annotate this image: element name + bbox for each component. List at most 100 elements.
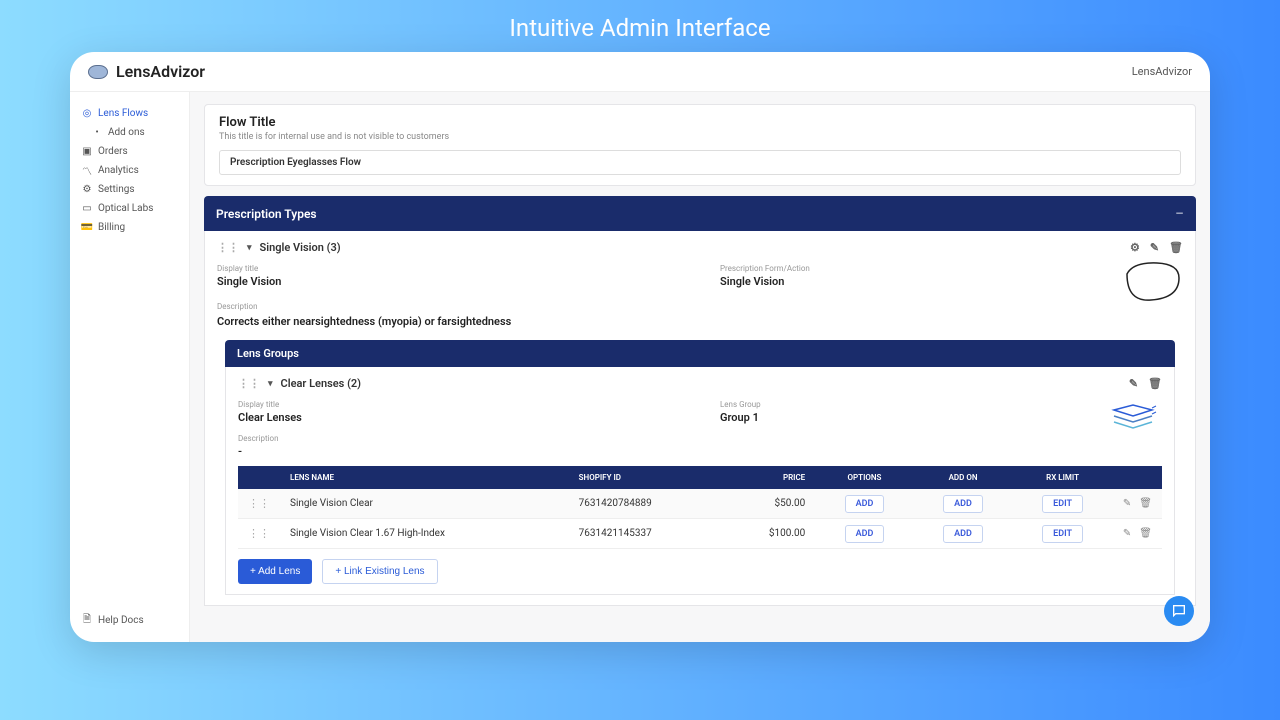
prescription-item-title: Single Vision (3): [260, 241, 341, 254]
nav-label: Analytics: [98, 165, 139, 176]
cell-price: $100.00: [722, 519, 815, 549]
cell-shopify-id: 7631420784889: [569, 489, 723, 519]
gear-icon[interactable]: ⚙: [1130, 241, 1140, 254]
sidebar-item-help-docs[interactable]: 🗎 Help Docs: [70, 611, 189, 630]
cell-lens-name: Single Vision Clear 1.67 High-Index: [280, 519, 569, 549]
lg-desc-value: -: [238, 445, 680, 458]
display-title-value: Single Vision: [217, 275, 680, 288]
layers-icon: [1108, 400, 1158, 436]
prescription-types-body: ⋮⋮ ▾ Single Vision (3) ⚙ ✎ 🗑 Display tit…: [204, 231, 1196, 606]
display-title-label: Display title: [217, 264, 680, 273]
flow-subtitle: This title is for internal use and is no…: [219, 132, 1181, 142]
add-lens-button[interactable]: + Add Lens: [238, 559, 312, 584]
gear-icon: ⚙: [82, 185, 92, 195]
drag-icon[interactable]: ⋮⋮: [217, 241, 239, 254]
cell-price: $50.00: [722, 489, 815, 519]
labs-icon: ▭: [82, 204, 92, 214]
nav-label: Settings: [98, 184, 135, 195]
nav-label: Lens Flows: [98, 108, 148, 119]
sidebar-item-settings[interactable]: ⚙ Settings: [70, 180, 189, 199]
orders-icon: ▣: [82, 147, 92, 157]
nav-label: Optical Labs: [98, 203, 153, 214]
drag-icon[interactable]: ⋮⋮: [248, 527, 270, 540]
lg-group-value: Group 1: [720, 411, 1162, 424]
table-row: ⋮⋮ Single Vision Clear 1.67 High-Index763…: [238, 519, 1162, 549]
bullet-icon: •: [92, 128, 102, 138]
sidebar: ◎ Lens Flows • Add ons ▣ Orders 〽 Analyt…: [70, 92, 190, 642]
nav-label: Help Docs: [98, 615, 144, 626]
section-title: Prescription Types: [216, 207, 317, 221]
rxlimit-edit-button[interactable]: EDIT: [1042, 525, 1083, 543]
sidebar-item-analytics[interactable]: 〽 Analytics: [70, 161, 189, 180]
form-value: Single Vision: [720, 275, 1183, 288]
chat-icon: [1171, 603, 1187, 619]
options-add-button[interactable]: ADD: [845, 525, 885, 543]
sidebar-item-add-ons[interactable]: • Add ons: [70, 123, 189, 142]
edit-icon[interactable]: ✎: [1150, 241, 1159, 254]
brand-name: LensAdvizor: [116, 62, 205, 81]
link-existing-lens-button[interactable]: + Link Existing Lens: [322, 559, 437, 584]
drag-icon[interactable]: ⋮⋮: [238, 377, 260, 390]
caret-icon[interactable]: ▾: [247, 243, 252, 253]
desc-label: Description: [217, 302, 680, 311]
sidebar-item-optical-labs[interactable]: ▭ Optical Labs: [70, 199, 189, 218]
lens-shape-icon: [1123, 260, 1183, 304]
lens-group-title: Clear Lenses (2): [281, 377, 362, 390]
flow-title-label: Flow Title: [219, 115, 1181, 130]
form-label: Prescription Form/Action: [720, 264, 1183, 273]
sidebar-item-lens-flows[interactable]: ◎ Lens Flows: [70, 104, 189, 123]
edit-icon[interactable]: ✎: [1129, 377, 1138, 390]
desc-value: Corrects either nearsightedness (myopia)…: [217, 315, 680, 328]
sidebar-item-orders[interactable]: ▣ Orders: [70, 142, 189, 161]
app-frame: LensAdvizor LensAdvizor ◎ Lens Flows • A…: [70, 52, 1210, 642]
main-content: Flow Title This title is for internal us…: [190, 92, 1210, 642]
edit-icon[interactable]: ✎: [1123, 528, 1131, 539]
addon-add-button[interactable]: ADD: [943, 525, 983, 543]
doc-icon: 🗎: [82, 616, 92, 626]
hero-title: Intuitive Admin Interface: [0, 0, 1280, 52]
lens-groups-body: ⋮⋮ ▾ Clear Lenses (2) ✎ 🗑 Display title: [225, 367, 1175, 595]
lens-groups-header: Lens Groups: [225, 340, 1175, 367]
caret-icon[interactable]: ▾: [268, 379, 273, 389]
col-price: PRICE: [722, 466, 815, 489]
nav-label: Orders: [98, 146, 128, 157]
lens-group-item-row[interactable]: ⋮⋮ ▾ Clear Lenses (2) ✎ 🗑: [238, 377, 1162, 390]
prescription-types-header: Prescription Types −: [204, 196, 1196, 231]
table-row: ⋮⋮ Single Vision Clear7631420784889$50.00…: [238, 489, 1162, 519]
sidebar-item-billing[interactable]: 💳 Billing: [70, 218, 189, 237]
flow-title-input[interactable]: Prescription Eyeglasses Flow: [219, 150, 1181, 175]
options-add-button[interactable]: ADD: [845, 495, 885, 513]
brand: LensAdvizor: [88, 62, 205, 81]
nav-label: Add ons: [108, 127, 145, 138]
billing-icon: 💳: [82, 223, 92, 233]
col-rxlimit: RX LIMIT: [1012, 466, 1113, 489]
delete-icon[interactable]: 🗑: [1139, 528, 1152, 539]
col-lens-name: LENS NAME: [280, 466, 569, 489]
edit-icon[interactable]: ✎: [1123, 498, 1131, 509]
delete-icon[interactable]: 🗑: [1139, 498, 1152, 509]
lg-desc-label: Description: [238, 434, 680, 443]
flow-title-card: Flow Title This title is for internal us…: [204, 104, 1196, 186]
lens-table: LENS NAME SHOPIFY ID PRICE OPTIONS ADD O…: [238, 466, 1162, 549]
analytics-icon: 〽: [82, 166, 92, 176]
delete-icon[interactable]: 🗑: [1148, 377, 1162, 390]
nav-label: Billing: [98, 222, 125, 233]
col-options: OPTIONS: [815, 466, 914, 489]
col-addon: ADD ON: [914, 466, 1013, 489]
collapse-icon[interactable]: −: [1175, 204, 1184, 223]
lg-group-label: Lens Group: [720, 400, 1162, 409]
col-shopify-id: SHOPIFY ID: [569, 466, 723, 489]
cell-shopify-id: 7631421145337: [569, 519, 723, 549]
topbar: LensAdvizor LensAdvizor: [70, 52, 1210, 92]
rxlimit-edit-button[interactable]: EDIT: [1042, 495, 1083, 513]
addon-add-button[interactable]: ADD: [943, 495, 983, 513]
drag-icon[interactable]: ⋮⋮: [248, 497, 270, 510]
chat-widget-button[interactable]: [1164, 596, 1194, 626]
flows-icon: ◎: [82, 109, 92, 119]
delete-icon[interactable]: 🗑: [1169, 241, 1183, 254]
prescription-item-row[interactable]: ⋮⋮ ▾ Single Vision (3) ⚙ ✎ 🗑: [217, 241, 1183, 254]
cell-lens-name: Single Vision Clear: [280, 489, 569, 519]
lg-display-title-label: Display title: [238, 400, 680, 409]
brand-logo-icon: [88, 65, 108, 79]
topbar-app-name: LensAdvizor: [1132, 65, 1192, 78]
